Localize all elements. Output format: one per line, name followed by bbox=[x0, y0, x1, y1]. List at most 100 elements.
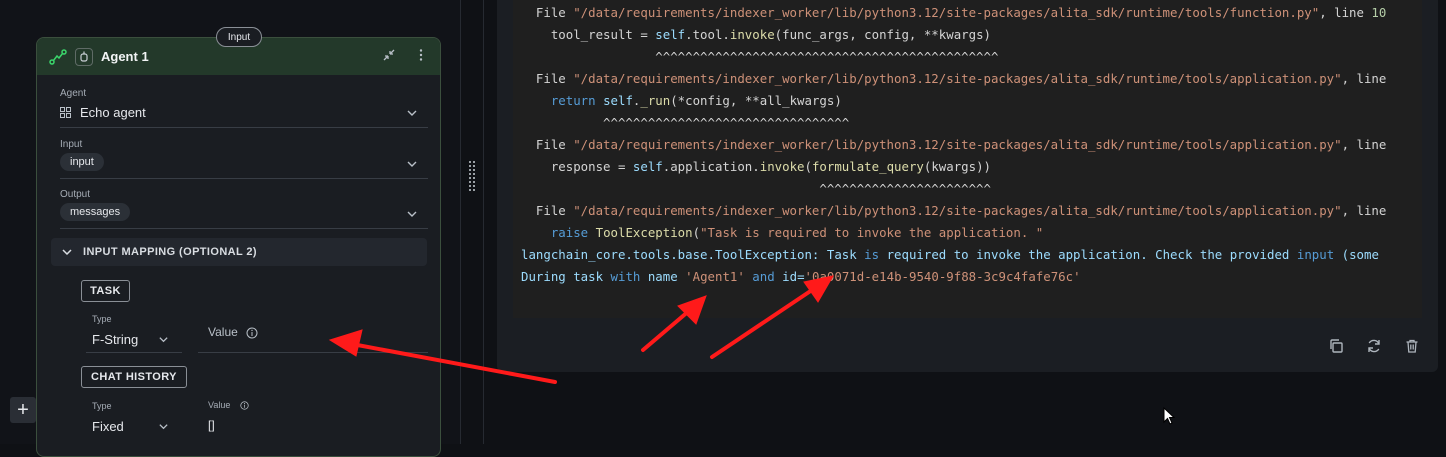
code-token: and bbox=[744, 269, 783, 284]
code-line: ^^^^^^^^^^^^^^^^^^^^^^^ bbox=[521, 181, 991, 196]
code-token: (some bbox=[1341, 247, 1379, 262]
agent-select[interactable]: Agent Echo agent bbox=[60, 88, 428, 128]
code-token: name bbox=[647, 269, 686, 284]
agent-icon bbox=[75, 47, 93, 66]
grid-icon bbox=[60, 107, 71, 118]
code-token: tool_result = bbox=[521, 27, 656, 42]
code-line: langchain_core.tools.base.ToolException:… bbox=[521, 247, 1379, 262]
task-value-input[interactable] bbox=[198, 352, 428, 353]
code-token: "/data/requirements/indexer_worker/lib/p… bbox=[573, 5, 1320, 20]
code-line: response = self.application.invoke(formu… bbox=[521, 159, 991, 174]
collapse-icon[interactable] bbox=[382, 48, 396, 62]
code-line: File "/data/requirements/indexer_worker/… bbox=[521, 5, 1386, 20]
info-icon[interactable] bbox=[246, 327, 258, 339]
code-token: ( bbox=[804, 159, 812, 174]
code-line: File "/data/requirements/indexer_worker/… bbox=[521, 203, 1386, 218]
chevron-down-icon bbox=[62, 249, 72, 256]
code-token: self bbox=[603, 93, 633, 108]
chevron-down-icon bbox=[407, 161, 417, 167]
code-line: raise ToolException("Task is required to… bbox=[521, 225, 1043, 240]
task-button[interactable]: TASK bbox=[81, 280, 130, 302]
divider bbox=[483, 0, 484, 444]
code-token: 'Agent1' bbox=[685, 269, 745, 284]
code-token: required to invoke the application. Chec… bbox=[886, 247, 1297, 262]
trash-icon[interactable] bbox=[1404, 338, 1420, 354]
code-token: Task bbox=[826, 247, 865, 262]
code-token: ToolException bbox=[595, 225, 693, 240]
code-token: , line bbox=[1341, 203, 1387, 218]
add-node-button[interactable]: + bbox=[10, 397, 36, 423]
code-token: , line bbox=[1341, 71, 1387, 86]
info-icon[interactable] bbox=[240, 401, 249, 410]
code-token: is bbox=[864, 247, 887, 262]
copy-icon[interactable] bbox=[1328, 338, 1344, 354]
code-token: File bbox=[521, 5, 574, 20]
code-token: File bbox=[521, 203, 574, 218]
code-line: return self._run(*config, **all_kwargs) bbox=[521, 93, 842, 108]
code-line: File "/data/requirements/indexer_worker/… bbox=[521, 137, 1386, 152]
plus-icon: + bbox=[17, 398, 29, 421]
code-token: self bbox=[655, 27, 686, 42]
chat-history-value[interactable]: [] bbox=[208, 418, 215, 432]
code-token: raise bbox=[521, 225, 596, 240]
code-token: ( bbox=[692, 225, 701, 240]
refresh-icon[interactable] bbox=[1366, 338, 1382, 354]
code-token: response = bbox=[521, 159, 633, 174]
code-token: formulate_query bbox=[811, 159, 924, 174]
code-token: return bbox=[521, 93, 604, 108]
code-token: self bbox=[632, 159, 663, 174]
code-token: File bbox=[521, 71, 574, 86]
mouse-cursor-icon bbox=[1163, 407, 1175, 425]
agent-value: Echo agent bbox=[80, 105, 146, 120]
code-token: .application. bbox=[662, 159, 760, 174]
code-line: tool_result = self.tool.invoke(func_args… bbox=[521, 27, 991, 42]
chat-history-button[interactable]: CHAT HISTORY bbox=[81, 366, 187, 388]
code-token: , line bbox=[1341, 137, 1387, 152]
error-traceback[interactable]: File "/data/requirements/indexer_worker/… bbox=[513, 0, 1422, 318]
code-line: File "/data/requirements/indexer_worker/… bbox=[521, 71, 1386, 86]
code-token: invoke bbox=[759, 159, 805, 174]
code-token: langchain_core.tools.base.ToolException: bbox=[521, 247, 827, 262]
node-title: Agent 1 bbox=[101, 49, 149, 64]
more-vertical-icon[interactable] bbox=[414, 48, 428, 62]
node-input-tag: Input bbox=[216, 27, 262, 47]
code-token: with bbox=[610, 269, 648, 284]
code-token: ^^^^^^^^^^^^^^^^^^^^^^^ bbox=[521, 181, 991, 196]
output-select[interactable]: Output messages bbox=[60, 189, 428, 229]
code-token: input bbox=[1296, 247, 1342, 262]
code-token: (kwargs)) bbox=[923, 159, 992, 174]
code-token: During task bbox=[521, 269, 611, 284]
input-mapping-title: INPUT MAPPING (OPTIONAL 2) bbox=[83, 246, 257, 258]
code-token: "/data/requirements/indexer_worker/lib/p… bbox=[573, 71, 1342, 86]
code-token: ^^^^^^^^^^^^^^^^^^^^^^^^^^^^^^^^^ bbox=[521, 115, 850, 130]
chevron-down-icon[interactable] bbox=[158, 421, 169, 432]
task-value-label: Value bbox=[208, 325, 238, 339]
input-select[interactable]: Input input bbox=[60, 139, 428, 179]
chevron-down-icon[interactable] bbox=[158, 334, 169, 345]
code-token: .tool. bbox=[685, 27, 730, 42]
input-mapping-accordion[interactable]: INPUT MAPPING (OPTIONAL 2) bbox=[51, 238, 427, 266]
divider bbox=[460, 0, 461, 444]
flow-icon bbox=[49, 48, 67, 65]
code-token: '0a0071d-e14b-9540-9f88-3c9c4fafe76c' bbox=[804, 269, 1081, 284]
agent-label: Agent bbox=[60, 88, 87, 99]
code-token: ^^^^^^^^^^^^^^^^^^^^^^^^^^^^^^^^^^^^^^^^… bbox=[521, 49, 999, 64]
output-chip[interactable]: messages bbox=[60, 203, 131, 221]
task-type-label: Type bbox=[92, 314, 112, 324]
code-token: "Task is required to invoke the applicat… bbox=[700, 225, 1044, 240]
code-token: invoke bbox=[729, 27, 775, 42]
chevron-down-icon bbox=[407, 110, 417, 116]
resize-handle-icon[interactable] bbox=[468, 160, 476, 194]
task-type-underline bbox=[86, 352, 182, 353]
input-label: Input bbox=[60, 139, 83, 150]
output-label: Output bbox=[60, 189, 91, 200]
code-line: ^^^^^^^^^^^^^^^^^^^^^^^^^^^^^^^^^^^^^^^^… bbox=[521, 49, 998, 64]
chevron-down-icon bbox=[407, 211, 417, 217]
code-token: "/data/requirements/indexer_worker/lib/p… bbox=[573, 203, 1342, 218]
code-token: (*config, **all_kwargs) bbox=[670, 93, 842, 108]
chat-history-type-label: Type bbox=[92, 401, 112, 411]
input-chip[interactable]: input bbox=[60, 153, 104, 171]
code-token: id= bbox=[782, 269, 805, 284]
task-type-value[interactable]: F-String bbox=[92, 332, 138, 347]
chat-history-type-value[interactable]: Fixed bbox=[92, 419, 124, 434]
